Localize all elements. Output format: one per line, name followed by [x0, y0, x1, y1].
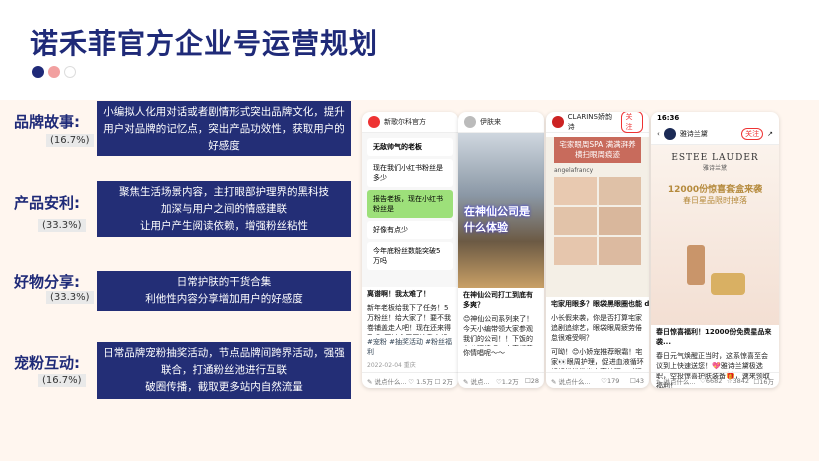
comment-count[interactable]: ☐28 [525, 377, 539, 385]
post-header: 新歌尔科官方 [362, 112, 458, 133]
comment-input[interactable]: ✎ 说点什么... [656, 376, 696, 386]
strategy-label-share: 好物分享: [14, 273, 80, 291]
phone-screenshot-3[interactable]: CLARINS娇韵诗 关注 宅家眼周SPA 满满湃养横扫眼周痕迹 angelaf… [546, 112, 649, 388]
post-header: ‹ 雅诗兰黛 关注 ↗ [651, 124, 779, 145]
avatar [464, 116, 476, 128]
strategy-desc-brand-story: 小编拟人化用对话或者剧情形式突出品牌文化，提升用户对品牌的记忆点，突出产品功效性… [97, 101, 351, 156]
strategy-pct-product-rec: (33.3%) [38, 219, 86, 232]
post-image: ESTEE LAUDER 雅诗兰黛 12000份惊喜套盒来袭 春日星品限时掉落 [651, 145, 779, 325]
account-name: 新歌尔科官方 [384, 118, 426, 126]
image-grid [554, 177, 641, 265]
post-actions: ✎ 说点什么... ♡179 ☐43 [546, 372, 649, 388]
chat-bubble: 现在我们小红书粉丝是多少 [367, 159, 453, 187]
product-jar [711, 273, 745, 295]
brand-cn: 雅诗兰黛 [702, 165, 727, 172]
chat-bubble: 好像有点少 [367, 221, 453, 239]
account-name: 雅诗兰黛 [679, 130, 708, 138]
chat-bubble: 今年底粉丝数能突破5万吗 [367, 242, 453, 270]
post-text: 新年老板给我下了任务！5万粉丝！给大家了！要不我卷铺盖走人吧！现在还来得及😭 不… [367, 304, 451, 335]
strategy-label-brand-story: 品牌故事: [14, 113, 80, 131]
phone-screenshot-2[interactable]: 伊肤来 在神仙公司是什么体验 在神仙公司打工到底有多爽？ 😊神仙公司系列来了！今… [458, 112, 544, 388]
product-bottle [687, 245, 705, 285]
post-image: 宅家眼周SPA 满满湃养横扫眼周痕迹 angelafrancy [546, 137, 649, 297]
phone-screenshot-4[interactable]: 16:36 ‹ 雅诗兰黛 关注 ↗ ESTEE LAUDER 雅诗兰黛 1200… [651, 112, 779, 388]
chat-area: 无敌帅气的老板 现在我们小红书粉丝是多少 报告老板，现在小红书粉丝是 好像有点少… [362, 133, 458, 287]
desc-line: 利他性内容分享增加用户的好感度 [145, 293, 303, 305]
post-title: 在神仙公司打工到底有多爽？ [463, 291, 533, 309]
account-name: 伊肤来 [480, 118, 501, 126]
image-author: angelafrancy [554, 167, 594, 174]
like-count[interactable]: ♡6682 [700, 377, 722, 385]
comment-count[interactable]: ☐16万 [753, 376, 774, 386]
strategy-label-product-rec: 产品安利: [14, 194, 80, 212]
post-header: CLARINS娇韵诗 关注 [546, 112, 649, 133]
follow-button[interactable]: 关注 [741, 128, 764, 140]
comment-count[interactable]: ☐43 [630, 377, 644, 385]
favorite-count[interactable]: ☆3842 [727, 377, 749, 385]
account-name: CLARINS娇韵诗 [567, 113, 612, 131]
strategy-pct-brand-story: (16.7%) [46, 134, 94, 147]
strategy-desc-fan-interaction: 日常品牌宠粉抽奖活动，节点品牌间跨界活动，强强联合，打通粉丝池进行互联 破圈传播… [97, 342, 351, 399]
post-text: 小长假来袭，你是否打算宅家追剧追综艺，眼袋眼周疲劳倦怠很难受啊？ [551, 314, 642, 342]
avatar [663, 128, 676, 140]
like-count[interactable]: ♡179 [601, 377, 619, 385]
desc-line: 让用户产生阅读依赖，增强粉丝粘性 [140, 220, 308, 232]
page-title: 诺禾菲官方企业号运营规划 [30, 27, 379, 60]
image-overlay-text: 在神仙公司是什么体验 [464, 205, 530, 234]
pink-dot [48, 66, 60, 78]
strategy-desc-product-rec: 聚焦生活场景内容，主打眼部护理界的黑科技 加深与用户之间的情感建联 让用户产生阅… [97, 181, 351, 237]
avatar [552, 116, 564, 128]
back-icon[interactable]: ‹ [657, 130, 660, 138]
post-actions: ✎ 说点什么... ♡6682 ☆3842 ☐16万 [651, 372, 779, 388]
comment-input[interactable]: ✎ 说点什么... [367, 376, 407, 386]
navy-dot [32, 66, 44, 78]
post-header: 伊肤来 [458, 112, 544, 133]
status-time: 16:36 [657, 114, 680, 122]
comment-input[interactable]: ✎ 说点... [463, 376, 490, 386]
comment-count[interactable]: ☐ 2万 [434, 376, 453, 386]
like-count[interactable]: ♡ 1.5万 [408, 376, 433, 386]
post-title: 离谱啊！我太难了！ [367, 290, 430, 298]
strategy-desc-share: 日常护肤的干货合集 利他性内容分享增加用户的好感度 [97, 271, 351, 311]
promo-line-2: 春日星品限时掉落 [683, 196, 747, 205]
post-image: 在神仙公司是什么体验 [458, 133, 544, 288]
post-tags: #宠粉 #抽奖活动 #粉丝福利 [367, 338, 453, 356]
post-text: 😊神仙公司系列来了！今天小编带领大家参观我们的公司！！下饭的办公环境呢，大家都羡… [463, 315, 534, 346]
like-count[interactable]: ♡1.2万 [496, 376, 519, 386]
comment-input[interactable]: ✎ 说点什么... [551, 376, 591, 386]
post-date: 2022-02-04 重庆 [367, 362, 416, 369]
promo-line-1: 12000份惊喜套盒来袭 [667, 185, 763, 195]
strategy-pct-fan-interaction: (16.7%) [38, 374, 86, 387]
chat-bubble: 无敌帅气的老板 [367, 138, 453, 156]
phone-screenshot-1[interactable]: 新歌尔科官方 无敌帅气的老板 现在我们小红书粉丝是多少 报告老板，现在小红书粉丝… [362, 112, 458, 388]
strategy-label-fan-interaction: 宠粉互动: [14, 354, 80, 372]
chat-bubble: 报告老板，现在小红书粉丝是 [367, 190, 453, 218]
strategy-pct-share: (33.3%) [46, 291, 94, 304]
desc-line: 日常品牌宠粉抽奖活动，节点品牌间跨界活动，强强联合，打通粉丝池进行互联 [103, 347, 345, 376]
post-actions: ✎ 说点... ♡1.2万 ☐28 [458, 372, 544, 388]
share-icon[interactable]: ↗ [767, 130, 773, 138]
post-more: 可呦！😊小娇宠推荐眼霜！宅家👀眼周护理，促进血液循环轻轻松松做出宅家护理，对眼睛… [551, 348, 644, 369]
desc-line: 聚焦生活场景内容，主打眼部护理界的黑科技 [119, 186, 329, 198]
white-dot [64, 66, 76, 78]
brand-logo: ESTEE LAUDER [671, 153, 759, 163]
desc-line: 小编拟人化用对话或者剧情形式突出品牌文化，提升用户对品牌的记忆点，突出产品功效性… [103, 106, 345, 152]
desc-line: 加深与用户之间的情感建联 [161, 203, 287, 215]
image-banner: 宅家眼周SPA 满满湃养横扫眼周痕迹 [554, 137, 641, 163]
avatar [368, 116, 380, 128]
post-actions: ✎ 说点什么... ♡ 1.5万 ☐ 2万 [362, 372, 458, 388]
follow-button[interactable]: 关注 [621, 112, 644, 133]
desc-line: 日常护肤的干货合集 [176, 276, 272, 288]
decorative-dots [32, 66, 76, 78]
post-more: 你情唱呢～～ [463, 349, 505, 357]
desc-line: 破圈传播，截取更多站内自然流量 [145, 381, 303, 393]
post-title: 春日惊喜福利！12000份免费星品来袭... [656, 328, 772, 346]
post-title: 宅家用眼多？眼袋黑眼圈也能 double kill [551, 300, 649, 308]
